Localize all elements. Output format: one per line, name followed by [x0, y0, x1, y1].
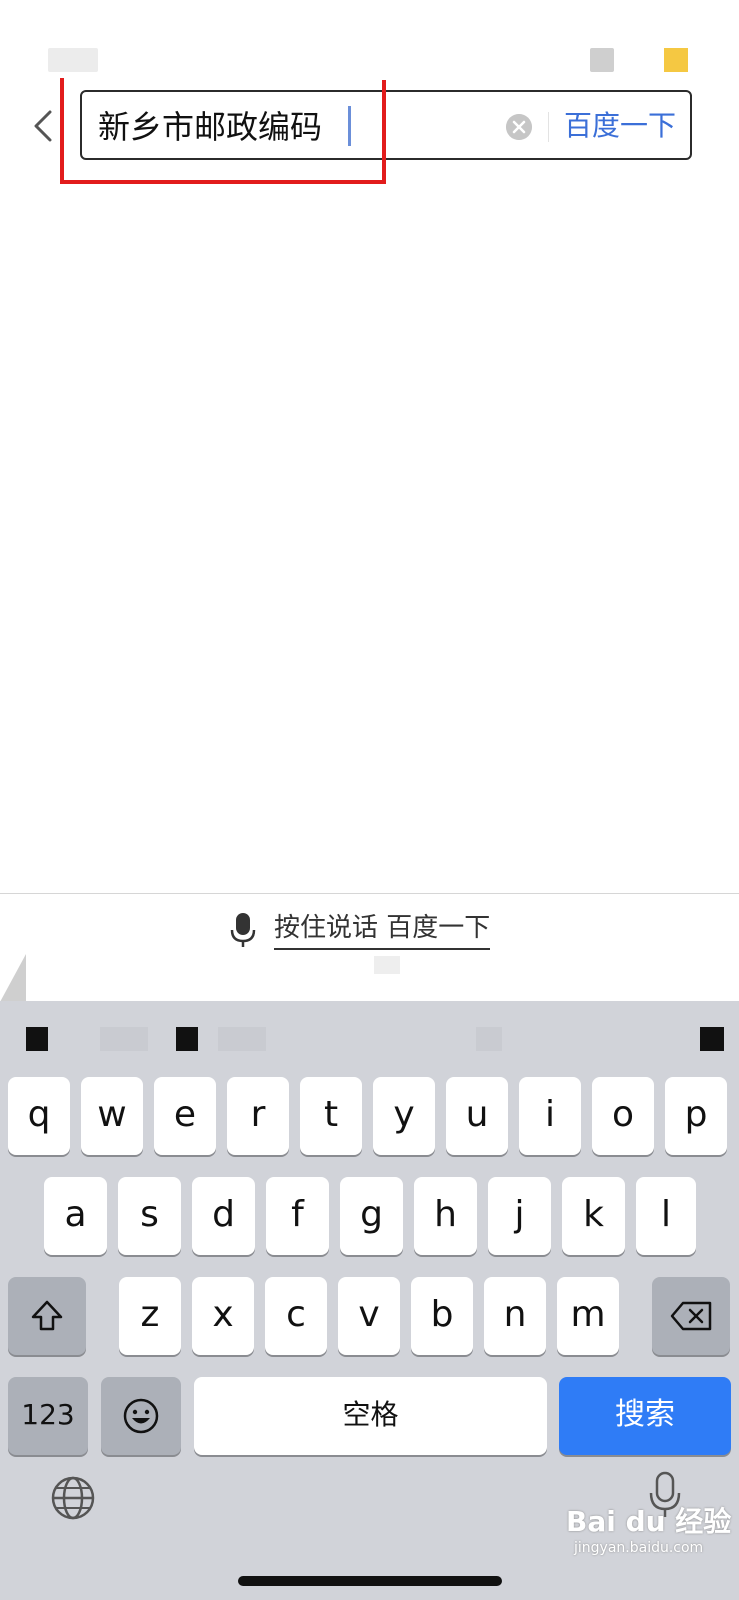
key-d[interactable]: d	[192, 1177, 255, 1255]
voice-search-bar[interactable]: 按住说话 百度一下	[0, 893, 739, 1002]
key-l[interactable]: l	[636, 1177, 696, 1255]
microphone-icon	[230, 913, 256, 947]
baidu-watermark: Bai du 经验	[566, 1505, 732, 1538]
key-n[interactable]: n	[484, 1277, 546, 1355]
key-j[interactable]: j	[488, 1177, 551, 1255]
key-h[interactable]: h	[414, 1177, 477, 1255]
key-q[interactable]: q	[8, 1077, 70, 1155]
corner-fold-icon	[0, 954, 26, 1002]
clear-icon[interactable]	[506, 114, 532, 140]
key-p[interactable]: p	[665, 1077, 727, 1155]
key-m[interactable]: m	[557, 1277, 619, 1355]
candidate-mark	[176, 1027, 198, 1051]
backspace-icon	[670, 1301, 712, 1331]
annotation-highlight-left	[60, 78, 64, 184]
key-r[interactable]: r	[227, 1077, 289, 1155]
space-key[interactable]: 空格	[194, 1377, 547, 1455]
annotation-highlight-right	[382, 84, 386, 184]
candidate-mark	[218, 1027, 266, 1051]
key-u[interactable]: u	[446, 1077, 508, 1155]
key-k[interactable]: k	[562, 1177, 625, 1255]
numbers-key[interactable]: 123	[8, 1377, 88, 1455]
key-x[interactable]: x	[192, 1277, 254, 1355]
back-chevron-icon[interactable]	[28, 106, 58, 146]
search-key[interactable]: 搜索	[559, 1377, 731, 1455]
search-divider	[548, 112, 549, 142]
key-i[interactable]: i	[519, 1077, 581, 1155]
home-indicator[interactable]	[238, 1576, 502, 1586]
key-v[interactable]: v	[338, 1277, 400, 1355]
candidate-mark	[700, 1027, 724, 1051]
emoji-icon	[123, 1398, 159, 1434]
key-g[interactable]: g	[340, 1177, 403, 1255]
battery-icon	[664, 48, 688, 72]
key-s[interactable]: s	[118, 1177, 181, 1255]
shift-key[interactable]	[8, 1277, 86, 1355]
candidate-mark	[100, 1027, 148, 1051]
candidate-bar	[0, 1001, 739, 1073]
globe-icon[interactable]	[50, 1475, 96, 1521]
key-b[interactable]: b	[411, 1277, 473, 1355]
key-t[interactable]: t	[300, 1077, 362, 1155]
key-c[interactable]: c	[265, 1277, 327, 1355]
key-w[interactable]: w	[81, 1077, 143, 1155]
status-bar-left	[48, 48, 98, 72]
voice-search-label: 按住说话 百度一下	[274, 910, 491, 950]
annotation-highlight	[60, 80, 386, 184]
voice-bar-blur	[374, 956, 400, 974]
shift-icon	[31, 1300, 63, 1331]
key-z[interactable]: z	[119, 1277, 181, 1355]
candidate-mark	[476, 1027, 502, 1051]
key-f[interactable]: f	[266, 1177, 329, 1255]
baidu-watermark-url: jingyan.baidu.com	[574, 1540, 704, 1556]
delete-key[interactable]	[652, 1277, 730, 1355]
status-bar-signal	[590, 48, 614, 72]
search-submit-button[interactable]: 百度一下	[564, 104, 676, 148]
candidate-mark	[26, 1027, 48, 1051]
key-y[interactable]: y	[373, 1077, 435, 1155]
key-e[interactable]: e	[154, 1077, 216, 1155]
key-o[interactable]: o	[592, 1077, 654, 1155]
emoji-key[interactable]	[101, 1377, 181, 1455]
key-a[interactable]: a	[44, 1177, 107, 1255]
